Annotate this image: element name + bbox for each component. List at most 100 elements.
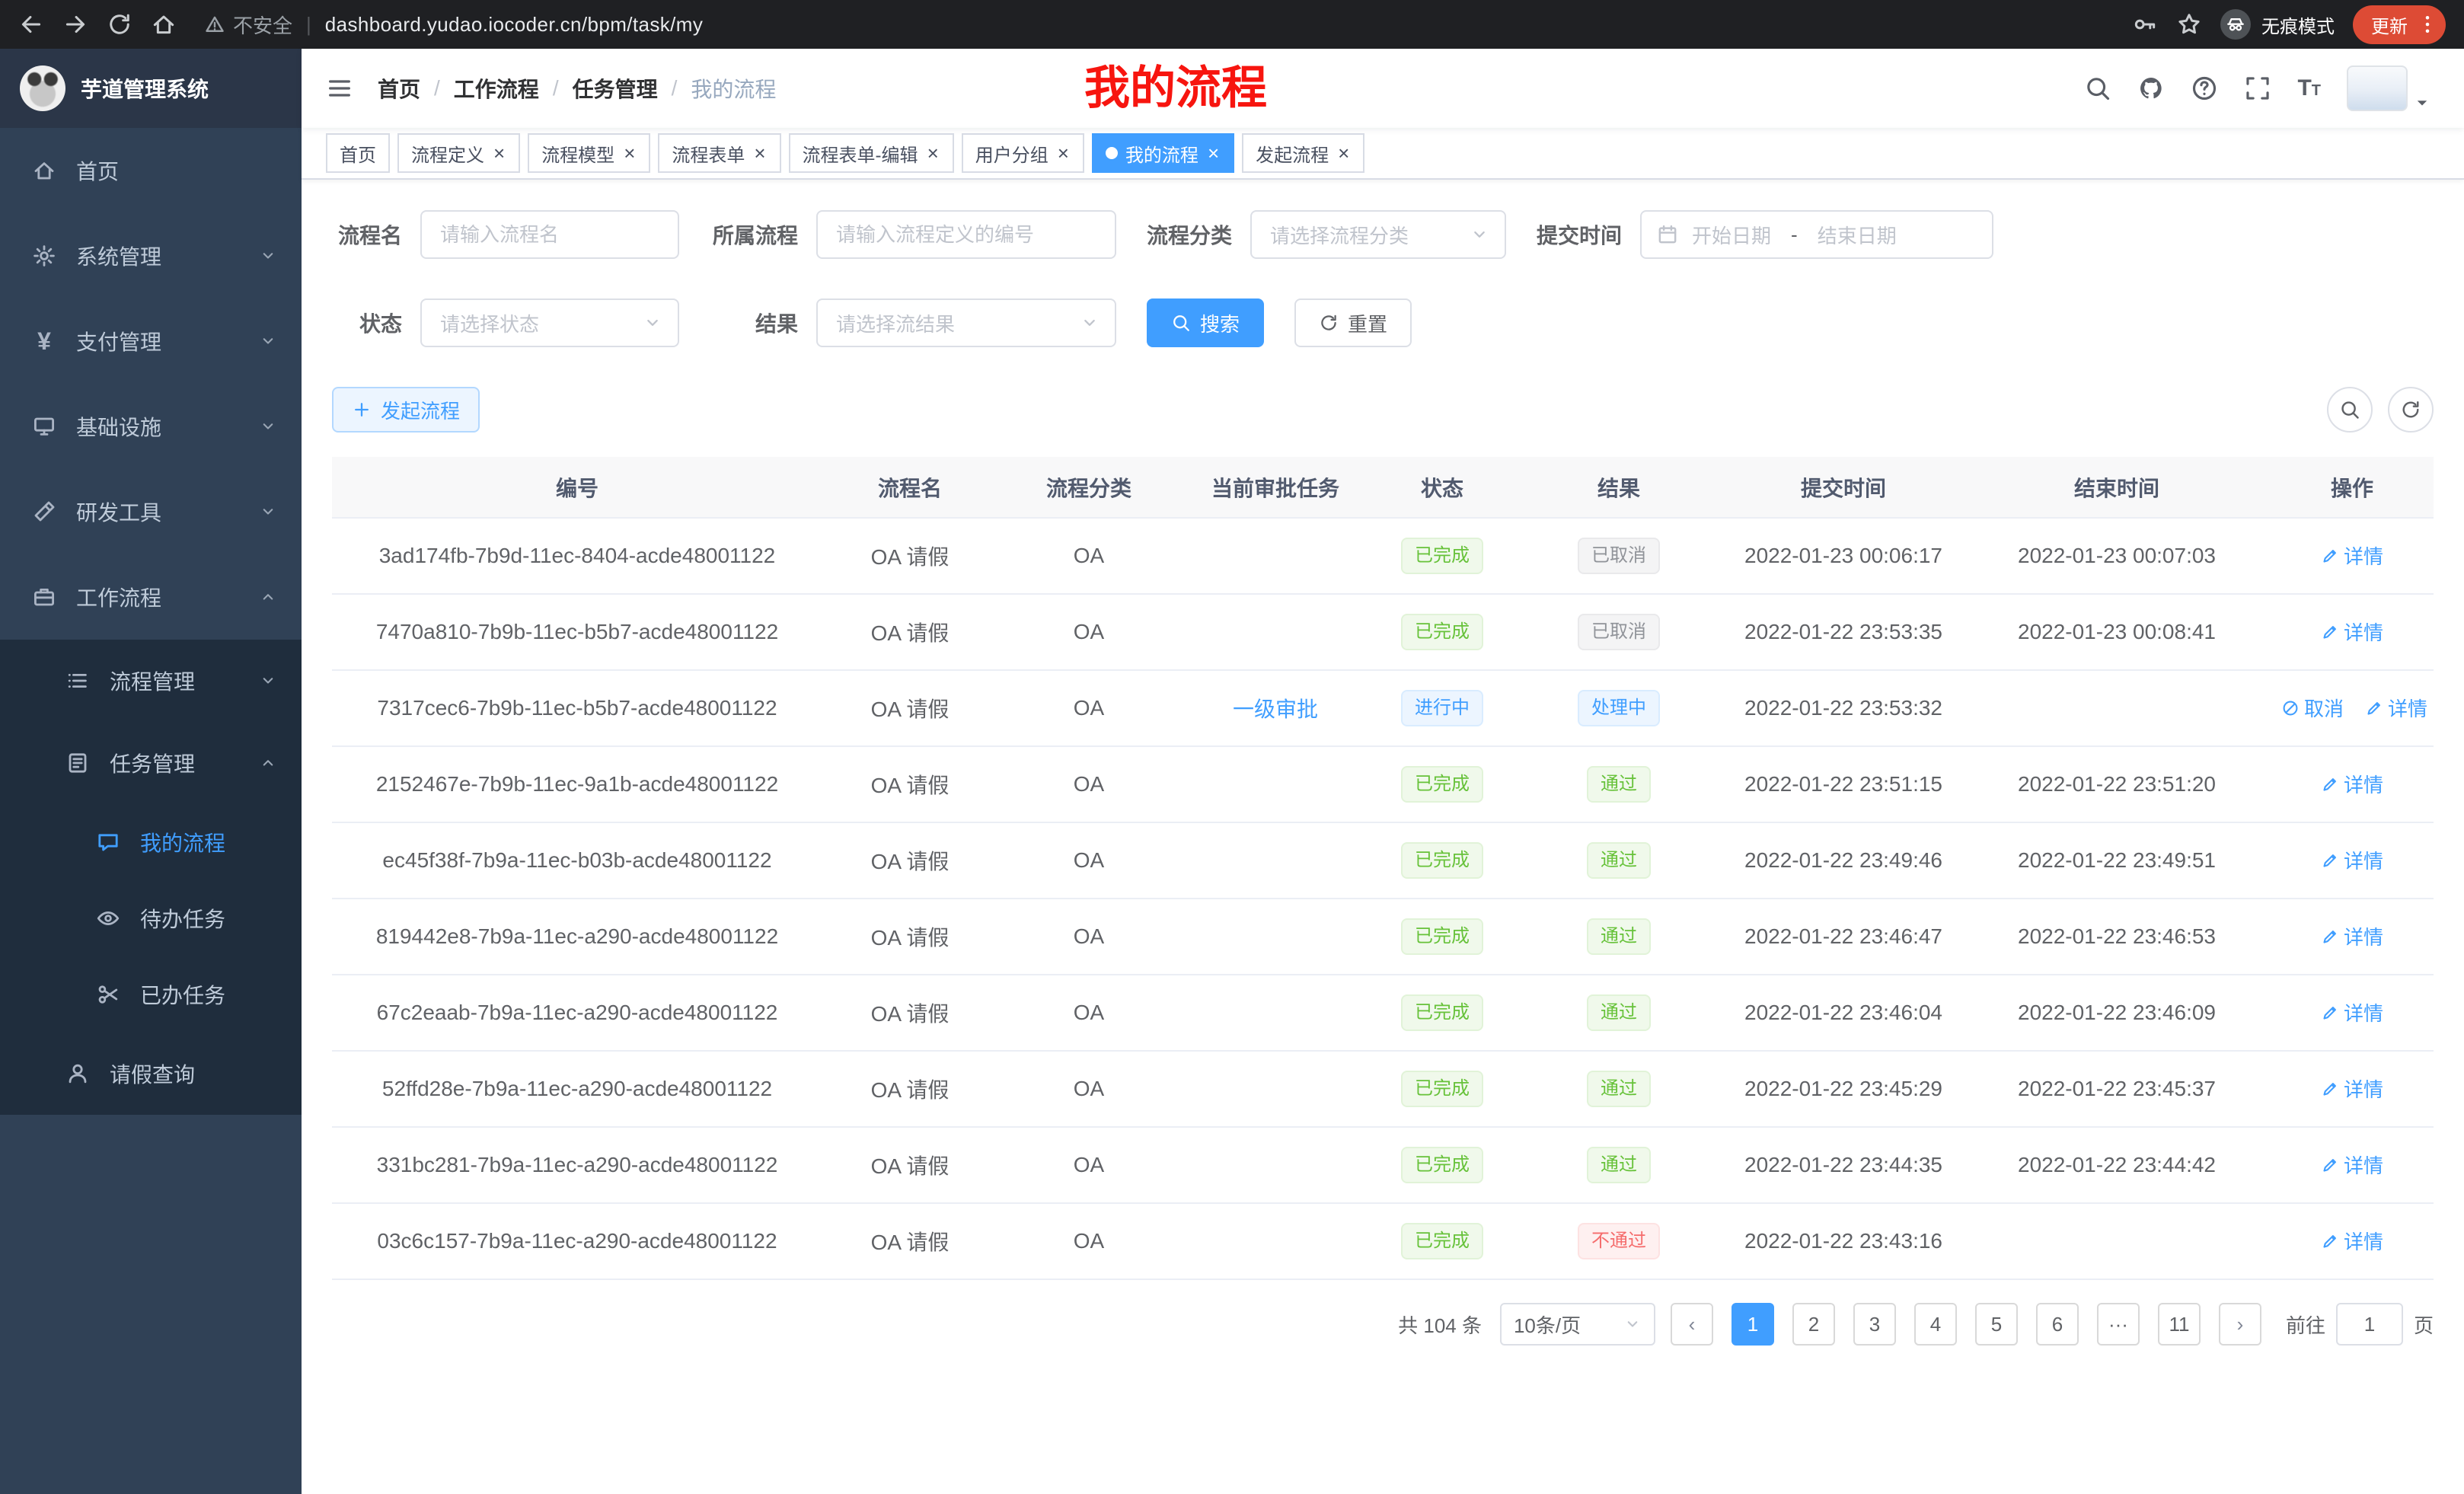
- detail-link[interactable]: 详情: [2321, 770, 2383, 798]
- tag-item[interactable]: 流程表单×: [658, 133, 780, 173]
- page-button-3[interactable]: 3: [1853, 1303, 1896, 1346]
- close-icon[interactable]: ×: [1336, 143, 1351, 163]
- detail-link[interactable]: 详情: [2321, 541, 2383, 570]
- current-task-link[interactable]: 一级审批: [1233, 698, 1318, 721]
- header-search-icon[interactable]: [2084, 75, 2111, 102]
- close-icon[interactable]: ×: [1056, 143, 1071, 163]
- detail-link[interactable]: 详情: [2321, 618, 2383, 646]
- close-icon[interactable]: ×: [1206, 143, 1221, 163]
- tag-item[interactable]: 流程模型 ×: [528, 133, 650, 173]
- start-process-button[interactable]: 发起流程: [332, 387, 480, 433]
- browser-back-icon[interactable]: [18, 11, 44, 37]
- close-icon[interactable]: ×: [752, 143, 767, 163]
- browser-update-button[interactable]: 更新: [2353, 5, 2446, 44]
- refresh-table-button[interactable]: [2388, 387, 2434, 433]
- tag-item[interactable]: 流程表单-编辑×: [789, 133, 954, 173]
- tools-icon: [30, 500, 58, 524]
- task-icon: [64, 751, 91, 775]
- cell-actions: 详情: [2271, 1051, 2434, 1127]
- detail-link[interactable]: 详情: [2321, 1151, 2383, 1179]
- sidebar-item-system-mgmt[interactable]: 系统管理: [0, 213, 302, 298]
- sidebar-item-infrastructure[interactable]: 基础设施: [0, 384, 302, 469]
- close-icon[interactable]: ×: [926, 143, 940, 163]
- detail-link[interactable]: 详情: [2321, 998, 2383, 1026]
- sidebar-item-home[interactable]: 首页: [0, 128, 302, 213]
- tag-item[interactable]: 流程定义×: [397, 133, 520, 173]
- filter-submit-time: 提交时间 开始日期 - 结束日期: [1537, 210, 1993, 259]
- detail-link[interactable]: 详情: [2321, 1227, 2383, 1255]
- browser-reload-icon[interactable]: [107, 11, 132, 37]
- detail-link[interactable]: 详情: [2321, 922, 2383, 950]
- tag-label: 流程模型: [541, 140, 614, 167]
- sidebar-item-task-mgmt[interactable]: 任务管理: [0, 722, 302, 804]
- pagination-ellipsis[interactable]: ···: [2097, 1303, 2140, 1346]
- detail-link[interactable]: 详情: [2321, 1074, 2383, 1103]
- sidebar-item-process-mgmt[interactable]: 流程管理: [0, 640, 302, 722]
- workflow-icon: [30, 585, 58, 609]
- tag-item[interactable]: 用户分组×: [962, 133, 1084, 173]
- toggle-search-button[interactable]: [2327, 387, 2373, 433]
- app-logo[interactable]: 芋道管理系统: [0, 49, 302, 128]
- table-settings: [2327, 387, 2434, 433]
- sidebar-item-my-process[interactable]: 我的流程: [0, 804, 302, 880]
- breadcrumb-item[interactable]: 首页: [378, 73, 420, 104]
- browser-menu-icon[interactable]: [2417, 14, 2438, 35]
- close-icon[interactable]: ×: [622, 143, 637, 163]
- cell-status: 已完成: [1371, 746, 1514, 822]
- page-button-6[interactable]: 6: [2036, 1303, 2079, 1346]
- sidebar-item-leave-query[interactable]: 请假查询: [0, 1033, 302, 1115]
- user-avatar[interactable]: [2347, 65, 2408, 111]
- next-page-button[interactable]: ›: [2219, 1303, 2261, 1346]
- search-button[interactable]: 搜索: [1147, 298, 1264, 347]
- tag-item[interactable]: 首页: [326, 133, 390, 173]
- github-icon[interactable]: [2137, 75, 2165, 102]
- submit-time-range-picker[interactable]: 开始日期 - 结束日期: [1640, 210, 1993, 259]
- page-size-select[interactable]: 10条/页: [1500, 1303, 1655, 1346]
- sidebar-item-todo-tasks[interactable]: 待办任务: [0, 880, 302, 956]
- page-button-5[interactable]: 5: [1975, 1303, 2018, 1346]
- sidebar-item-done-tasks[interactable]: 已办任务: [0, 956, 302, 1033]
- process-def-input[interactable]: [816, 210, 1116, 259]
- page-button-1[interactable]: 1: [1732, 1303, 1774, 1346]
- browser-forward-icon[interactable]: [62, 11, 88, 37]
- tag-item[interactable]: 我的流程×: [1092, 133, 1234, 173]
- reset-button[interactable]: 重置: [1294, 298, 1412, 347]
- font-size-icon[interactable]: TT: [2297, 75, 2321, 101]
- status-select[interactable]: 请选择状态: [420, 298, 679, 347]
- page-button-2[interactable]: 2: [1792, 1303, 1835, 1346]
- detail-link[interactable]: 详情: [2321, 846, 2383, 874]
- address-bar[interactable]: 不安全 | dashboard.yudao.iocoder.cn/bpm/tas…: [204, 11, 2114, 39]
- prev-page-button[interactable]: ‹: [1671, 1303, 1713, 1346]
- tag-item[interactable]: 发起流程×: [1242, 133, 1364, 173]
- category-select[interactable]: 请选择流程分类: [1250, 210, 1506, 259]
- cancel-link[interactable]: 取消: [2281, 694, 2344, 722]
- page-button-4[interactable]: 4: [1914, 1303, 1957, 1346]
- sidebar-toggle-icon[interactable]: [302, 75, 378, 102]
- close-icon[interactable]: ×: [492, 143, 506, 163]
- sidebar-item-workflow[interactable]: 工作流程: [0, 554, 302, 640]
- detail-link[interactable]: 详情: [2365, 694, 2427, 722]
- browser-home-icon[interactable]: [151, 11, 177, 37]
- table-row: 3ad174fb-7b9d-11ec-8404-acde48001122OA 请…: [332, 518, 2434, 594]
- done-icon: [94, 982, 122, 1007]
- cell-id: 03c6c157-7b9a-11ec-a290-acde48001122: [332, 1203, 822, 1279]
- process-name-input[interactable]: [420, 210, 679, 259]
- result-select[interactable]: 请选择流结果: [816, 298, 1116, 347]
- sidebar-item-dev-tools[interactable]: 研发工具: [0, 469, 302, 554]
- fullscreen-icon[interactable]: [2244, 75, 2271, 102]
- sidebar-item-payment-mgmt[interactable]: ¥支付管理: [0, 298, 302, 384]
- result-placeholder: 请选择流结果: [836, 309, 955, 337]
- table-row: ec45f38f-7b9a-11ec-b03b-acde48001122OA 请…: [332, 822, 2434, 899]
- app-title: 芋道管理系统: [81, 73, 209, 104]
- plus-icon: [352, 400, 372, 420]
- help-icon[interactable]: [2191, 75, 2218, 102]
- security-warning[interactable]: 不安全: [204, 11, 292, 39]
- page-button-11[interactable]: 11: [2158, 1303, 2201, 1346]
- cell-name: OA 请假: [822, 670, 997, 746]
- password-key-icon[interactable]: [2132, 11, 2158, 37]
- breadcrumb-item[interactable]: 任务管理: [573, 73, 658, 104]
- breadcrumb-item[interactable]: 工作流程: [454, 73, 539, 104]
- user-menu[interactable]: [2347, 65, 2430, 111]
- bookmark-star-icon[interactable]: [2176, 11, 2202, 37]
- goto-page-input[interactable]: [2336, 1303, 2403, 1346]
